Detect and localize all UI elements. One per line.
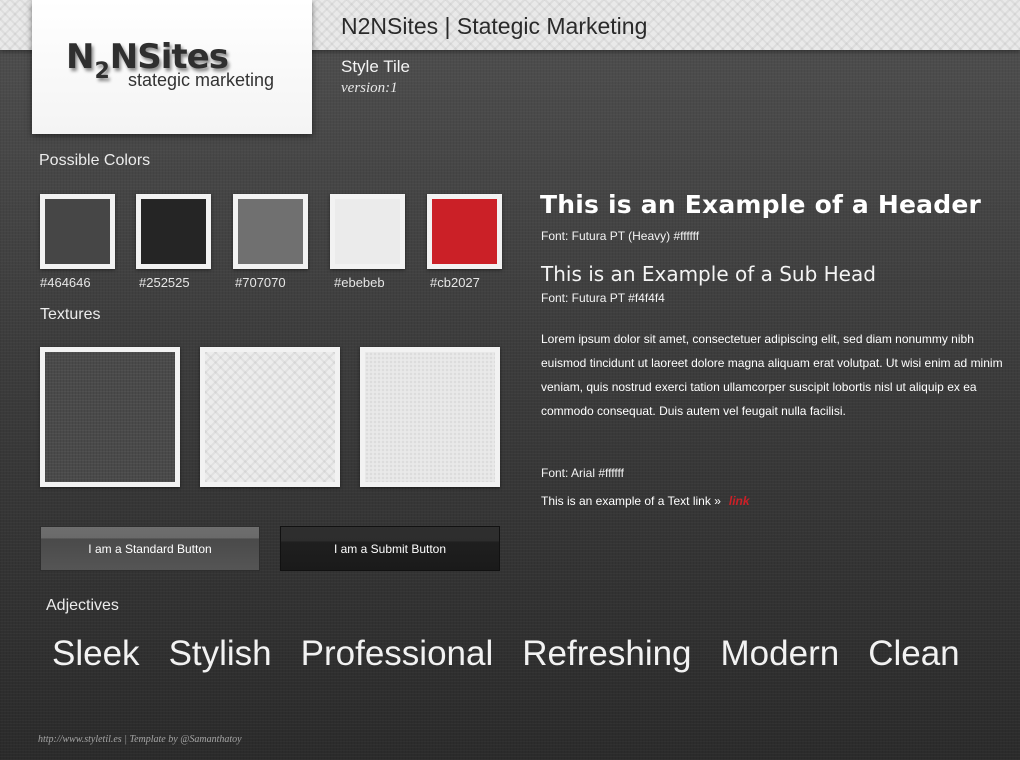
adjectives-section-label: Adjectives [46, 597, 119, 614]
adjective-1: Sleek [52, 634, 140, 673]
color-swatch-1 [40, 194, 115, 269]
submit-button[interactable]: I am a Submit Button [280, 526, 500, 571]
textures-section-label: Textures [40, 306, 101, 323]
logo: N2NSites stategic marketing [32, 0, 312, 134]
footer-credit: http://www.styletil.es | Template by @Sa… [38, 734, 242, 745]
submit-button-label: I am a Submit Button [333, 541, 447, 556]
body-font-note: Font: Arial #ffffff [541, 466, 624, 480]
color-swatch-label-3: #707070 [235, 275, 286, 290]
text-link-example: This is an example of a Text link » link [541, 494, 750, 508]
example-subhead: This is an Example of a Sub Head [541, 262, 876, 286]
logo-part-2: 2 [94, 59, 109, 84]
texture-dark-linen [40, 347, 180, 487]
body-copy: Lorem ipsum dolor sit amet, consectetuer… [541, 332, 1003, 418]
adjective-5: Modern [720, 634, 840, 673]
text-link[interactable]: link [729, 494, 750, 508]
tile-version: version:1 [341, 80, 398, 96]
color-swatch-label-1: #464646 [40, 275, 91, 290]
adjective-4: Refreshing [522, 634, 692, 673]
color-swatch-2 [136, 194, 211, 269]
color-swatch-3 [233, 194, 308, 269]
color-swatch-5 [427, 194, 502, 269]
texture-light-paper [360, 347, 500, 487]
adjectives-list: Sleek Stylish Professional Refreshing Mo… [52, 634, 1012, 674]
standard-button-label: I am a Standard Button [88, 541, 212, 556]
logo-part-1: N [66, 37, 94, 77]
color-swatch-label-5: #cb2027 [430, 275, 480, 290]
logo-wordmark: N2NSites [66, 37, 229, 83]
header-font-note: Font: Futura PT (Heavy) #ffffff [541, 229, 700, 243]
example-header: This is an Example of a Header [540, 190, 982, 219]
color-swatch-label-2: #252525 [139, 275, 190, 290]
color-swatch-4 [330, 194, 405, 269]
adjective-2: Stylish [168, 634, 272, 673]
color-swatch-label-4: #ebebeb [334, 275, 385, 290]
site-title: N2NSites | Stategic Marketing [341, 13, 648, 39]
text-link-prefix: This is an example of a Text link » [541, 494, 721, 508]
adjective-6: Clean [868, 634, 960, 673]
adjective-3: Professional [300, 634, 494, 673]
tile-title: Style Tile [341, 57, 410, 76]
texture-light-crosshatch [200, 347, 340, 487]
logo-tagline: stategic marketing [128, 70, 275, 90]
standard-button[interactable]: I am a Standard Button [40, 526, 260, 571]
colors-section-label: Possible Colors [39, 152, 151, 169]
subhead-font-note: Font: Futura PT #f4f4f4 [541, 291, 665, 305]
